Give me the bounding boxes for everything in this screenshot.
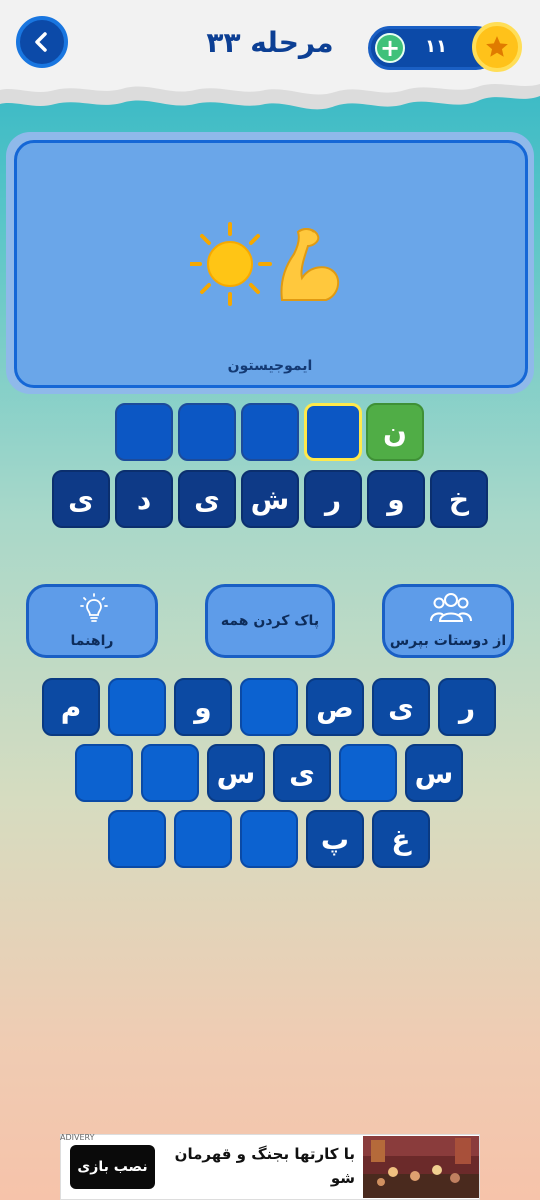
ask-friends-label: از دوستات بپرس (389, 633, 507, 649)
install-game-button[interactable]: نصب بازی (70, 1145, 155, 1189)
key-4[interactable] (240, 678, 298, 736)
answer-slot-1[interactable]: ن (366, 403, 424, 461)
key-6[interactable] (108, 678, 166, 736)
key-3[interactable]: ص (306, 678, 364, 736)
answer-slot-10[interactable]: ی (178, 470, 236, 528)
flexed-biceps-emoji (280, 228, 340, 301)
key-9[interactable] (339, 744, 397, 802)
answer-slot-5[interactable] (115, 403, 173, 461)
answer-slot-4[interactable] (178, 403, 236, 461)
key-2[interactable]: ی (372, 678, 430, 736)
answer-slot-11[interactable]: د (115, 470, 173, 528)
chevron-left-icon (35, 32, 47, 52)
answer-slot-7[interactable]: و (367, 470, 425, 528)
coin-count: ۱۱ (425, 36, 447, 57)
key-16[interactable] (240, 810, 298, 868)
plus-icon: + (379, 34, 401, 62)
clear-all-label: پاک کردن همه (220, 613, 320, 629)
hint-button[interactable]: راهنما (26, 584, 158, 658)
answer-slot-3[interactable] (241, 403, 299, 461)
lightbulb-icon (80, 593, 108, 622)
star-shape (486, 36, 508, 57)
star-icon (472, 22, 522, 72)
key-8[interactable]: س (405, 744, 463, 802)
back-button[interactable] (16, 16, 68, 68)
key-18[interactable] (108, 810, 166, 868)
hint-label: راهنما (70, 633, 114, 649)
key-11[interactable]: س (207, 744, 265, 802)
key-10[interactable]: ی (273, 744, 331, 802)
sun-emoji (190, 222, 272, 306)
key-12[interactable] (141, 744, 199, 802)
clear-all-button[interactable]: پاک کردن همه (205, 584, 335, 658)
ad-game-image (363, 1136, 479, 1198)
key-1[interactable]: ر (438, 678, 496, 736)
friends-icon (430, 593, 472, 622)
answer-slot-9[interactable]: ش (241, 470, 299, 528)
key-14[interactable]: غ (372, 810, 430, 868)
answer-slot-12[interactable]: ی (52, 470, 110, 528)
level-title: مرحله ۳۳ (206, 26, 334, 59)
ask-friends-button[interactable]: از دوستات بپرس (382, 584, 514, 658)
answer-slot-6[interactable]: خ (430, 470, 488, 528)
answer-slot-8[interactable]: ر (304, 470, 362, 528)
emoji-clue (190, 222, 340, 306)
answer-slot-2[interactable] (304, 403, 362, 461)
key-13[interactable] (75, 744, 133, 802)
add-coins-button[interactable]: + (375, 33, 405, 63)
key-15[interactable]: پ (306, 810, 364, 868)
ad-text: با کارتها بجنگ و قهرمان شو (174, 1145, 355, 1187)
key-7[interactable]: م (42, 678, 100, 736)
ad-provider-tag: ADIVERY (60, 1133, 95, 1142)
puzzle-label: ایموجیستون (227, 358, 313, 374)
key-17[interactable] (174, 810, 232, 868)
key-5[interactable]: و (174, 678, 232, 736)
